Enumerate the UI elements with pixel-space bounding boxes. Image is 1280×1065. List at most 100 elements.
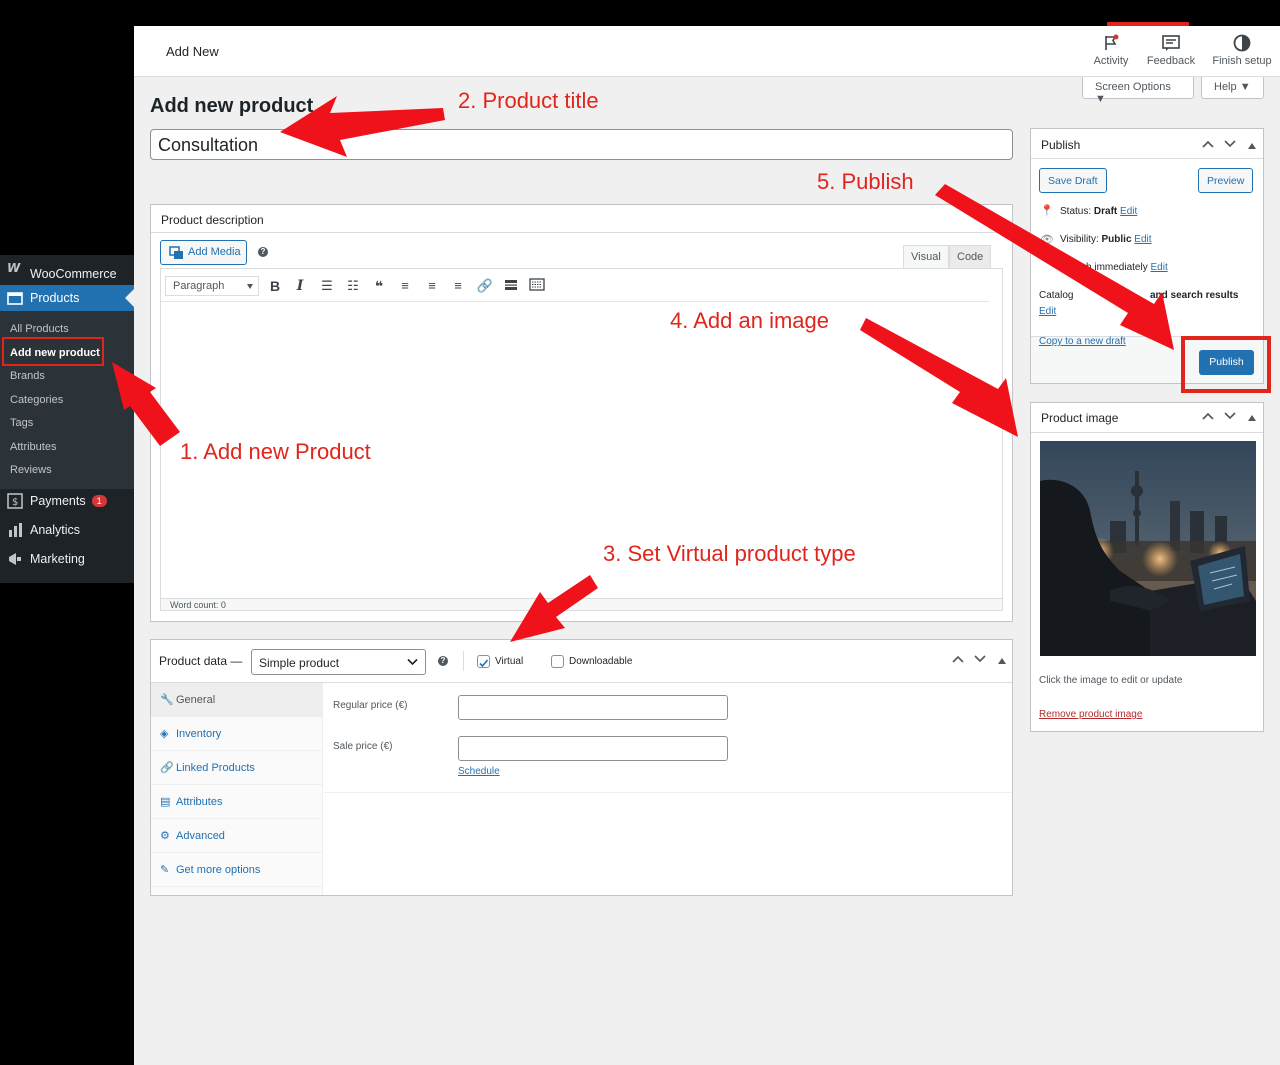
chevron-up-icon[interactable] [1202,139,1214,152]
copy-to-new-draft-link[interactable]: Copy to a new draft [1039,336,1126,347]
sidebar-item-payments[interactable]: $ Payments 1 [0,491,134,517]
chevron-down-icon[interactable] [1224,139,1236,152]
submenu-tags[interactable]: Tags [10,417,33,429]
product-tab-inventory[interactable]: ◈ Inventory [151,717,323,751]
product-tab-general[interactable]: 🔧 General [151,683,323,717]
save-draft-button[interactable]: Save Draft [1039,168,1107,193]
numbered-list-icon[interactable]: ☷ [344,278,362,294]
description-box-title: Product description [161,213,264,227]
product-tab-get-more-options[interactable]: ✎ Get more options [151,853,323,887]
bullet-list-icon[interactable]: ☰ [318,278,336,294]
toggle-panel-icon[interactable] [1248,413,1256,424]
link-icon: 🔗 [160,762,174,774]
sidebar-item-label: Marketing [30,552,85,566]
media-icon [169,246,184,263]
toolbar-toggle-icon[interactable] [528,278,546,294]
edit-catalog-visibility-link[interactable]: Edit [1039,306,1056,317]
finish-setup-label: Finish setup [1212,55,1272,67]
help-icon[interactable]: ? [258,247,268,257]
toggle-panel-icon[interactable] [1248,141,1256,152]
product-tab-advanced[interactable]: ⚙ Advanced [151,819,323,853]
chevron-down-icon[interactable] [1224,411,1236,424]
submenu-attributes[interactable]: Attributes [10,441,56,453]
regular-price-input[interactable] [458,695,728,720]
submenu-all-products[interactable]: All Products [10,323,69,335]
activity-label: Activity [1093,55,1129,67]
regular-price-label: Regular price (€) [333,700,408,711]
sidebar-item-woocommerce[interactable]: W WooCommerce [0,261,134,285]
italic-icon[interactable]: I [291,278,309,294]
chevron-up-icon[interactable] [952,654,964,667]
chevron-down-icon[interactable] [974,654,986,667]
product-tab-attributes[interactable]: ▤ Attributes [151,785,323,819]
annotation-step-5: 5. Publish [817,169,914,194]
help-icon[interactable]: ? [438,656,448,666]
edit-visibility-link[interactable]: Edit [1134,234,1151,245]
tab-visual[interactable]: Visual [903,245,949,268]
submenu-reviews[interactable]: Reviews [10,464,52,476]
svg-text:$: $ [12,497,18,508]
page-title: Add new product [150,95,314,117]
downloadable-label: Downloadable [569,656,633,667]
read-more-icon[interactable] [502,278,520,294]
divider [324,792,1012,793]
annotation-step-4: 4. Add an image [670,308,830,333]
preview-button[interactable]: Preview [1198,168,1254,193]
sidebar-item-marketing[interactable]: Marketing [0,549,134,575]
sale-price-input[interactable] [458,736,728,761]
sidebar-item-analytics[interactable]: Analytics [0,520,134,546]
link-icon[interactable]: 🔗 [476,278,494,294]
sidebar-item-label: WooCommerce [30,267,117,281]
align-center-icon[interactable]: ≡ [423,278,441,294]
status-value: Draft [1093,206,1118,217]
tab-code[interactable]: Code [949,245,992,268]
tag-icon: ◈ [160,728,169,740]
visibility-label: Visibility: [1060,234,1099,245]
add-media-button[interactable]: Add Media [160,240,247,265]
finish-setup-button[interactable]: Finish setup [1209,30,1275,76]
feedback-button[interactable]: Feedback [1140,30,1202,76]
word-count: Word count: 0 [170,600,226,610]
caret-down-icon [247,284,253,289]
product-title-input[interactable]: Consultation [150,129,1013,160]
toggle-panel-icon[interactable] [998,656,1006,667]
feedback-label: Feedback [1146,55,1196,67]
product-data-title: Product data — [159,654,243,668]
plugin-icon: ✎ [160,864,170,876]
sidebar-item-products[interactable]: Products [0,285,134,311]
remove-product-image-link[interactable]: Remove product image [1039,709,1142,720]
divider [1031,158,1263,159]
analytics-icon [7,522,23,538]
sidebar-item-label: Products [30,291,80,305]
chevron-up-icon[interactable] [1202,411,1214,424]
editor-toolbar [161,269,989,302]
product-image-thumbnail[interactable] [1040,441,1256,656]
list-icon: ▤ [160,796,171,808]
flag-icon [1105,34,1119,50]
downloadable-checkbox[interactable] [551,655,564,668]
edit-status-link[interactable]: Edit [1120,206,1137,217]
submenu-categories[interactable]: Categories [10,394,63,406]
align-right-icon[interactable]: ≡ [449,278,467,294]
align-left-icon[interactable]: ≡ [396,278,414,294]
virtual-label: Virtual [495,656,524,667]
edit-publish-date-link[interactable]: Edit [1150,262,1167,273]
product-tab-linked-products[interactable]: 🔗 Linked Products [151,751,323,785]
megaphone-icon [7,551,23,567]
gear-icon: ⚙ [160,830,170,842]
screen-options-button[interactable]: Screen Options ▼ [1082,77,1194,105]
catalog-visibility-prefix: Catalog [1039,290,1074,301]
activity-button[interactable]: Activity [1080,30,1142,76]
products-icon [7,290,23,306]
product-type-select[interactable]: Simple product [251,649,426,675]
bold-icon[interactable]: B [266,278,284,294]
blockquote-icon[interactable]: ❝ [370,278,388,294]
format-select[interactable]: Paragraph [165,276,259,296]
schedule-link[interactable]: Schedule [458,766,500,777]
wrench-icon: 🔧 [160,694,174,706]
virtual-checkbox[interactable] [477,655,490,668]
help-button[interactable]: Help ▼ [1201,77,1264,99]
annotation-step-1: 1. Add new Product [180,439,371,464]
divider [1031,432,1263,433]
submenu-brands[interactable]: Brands [10,370,45,382]
